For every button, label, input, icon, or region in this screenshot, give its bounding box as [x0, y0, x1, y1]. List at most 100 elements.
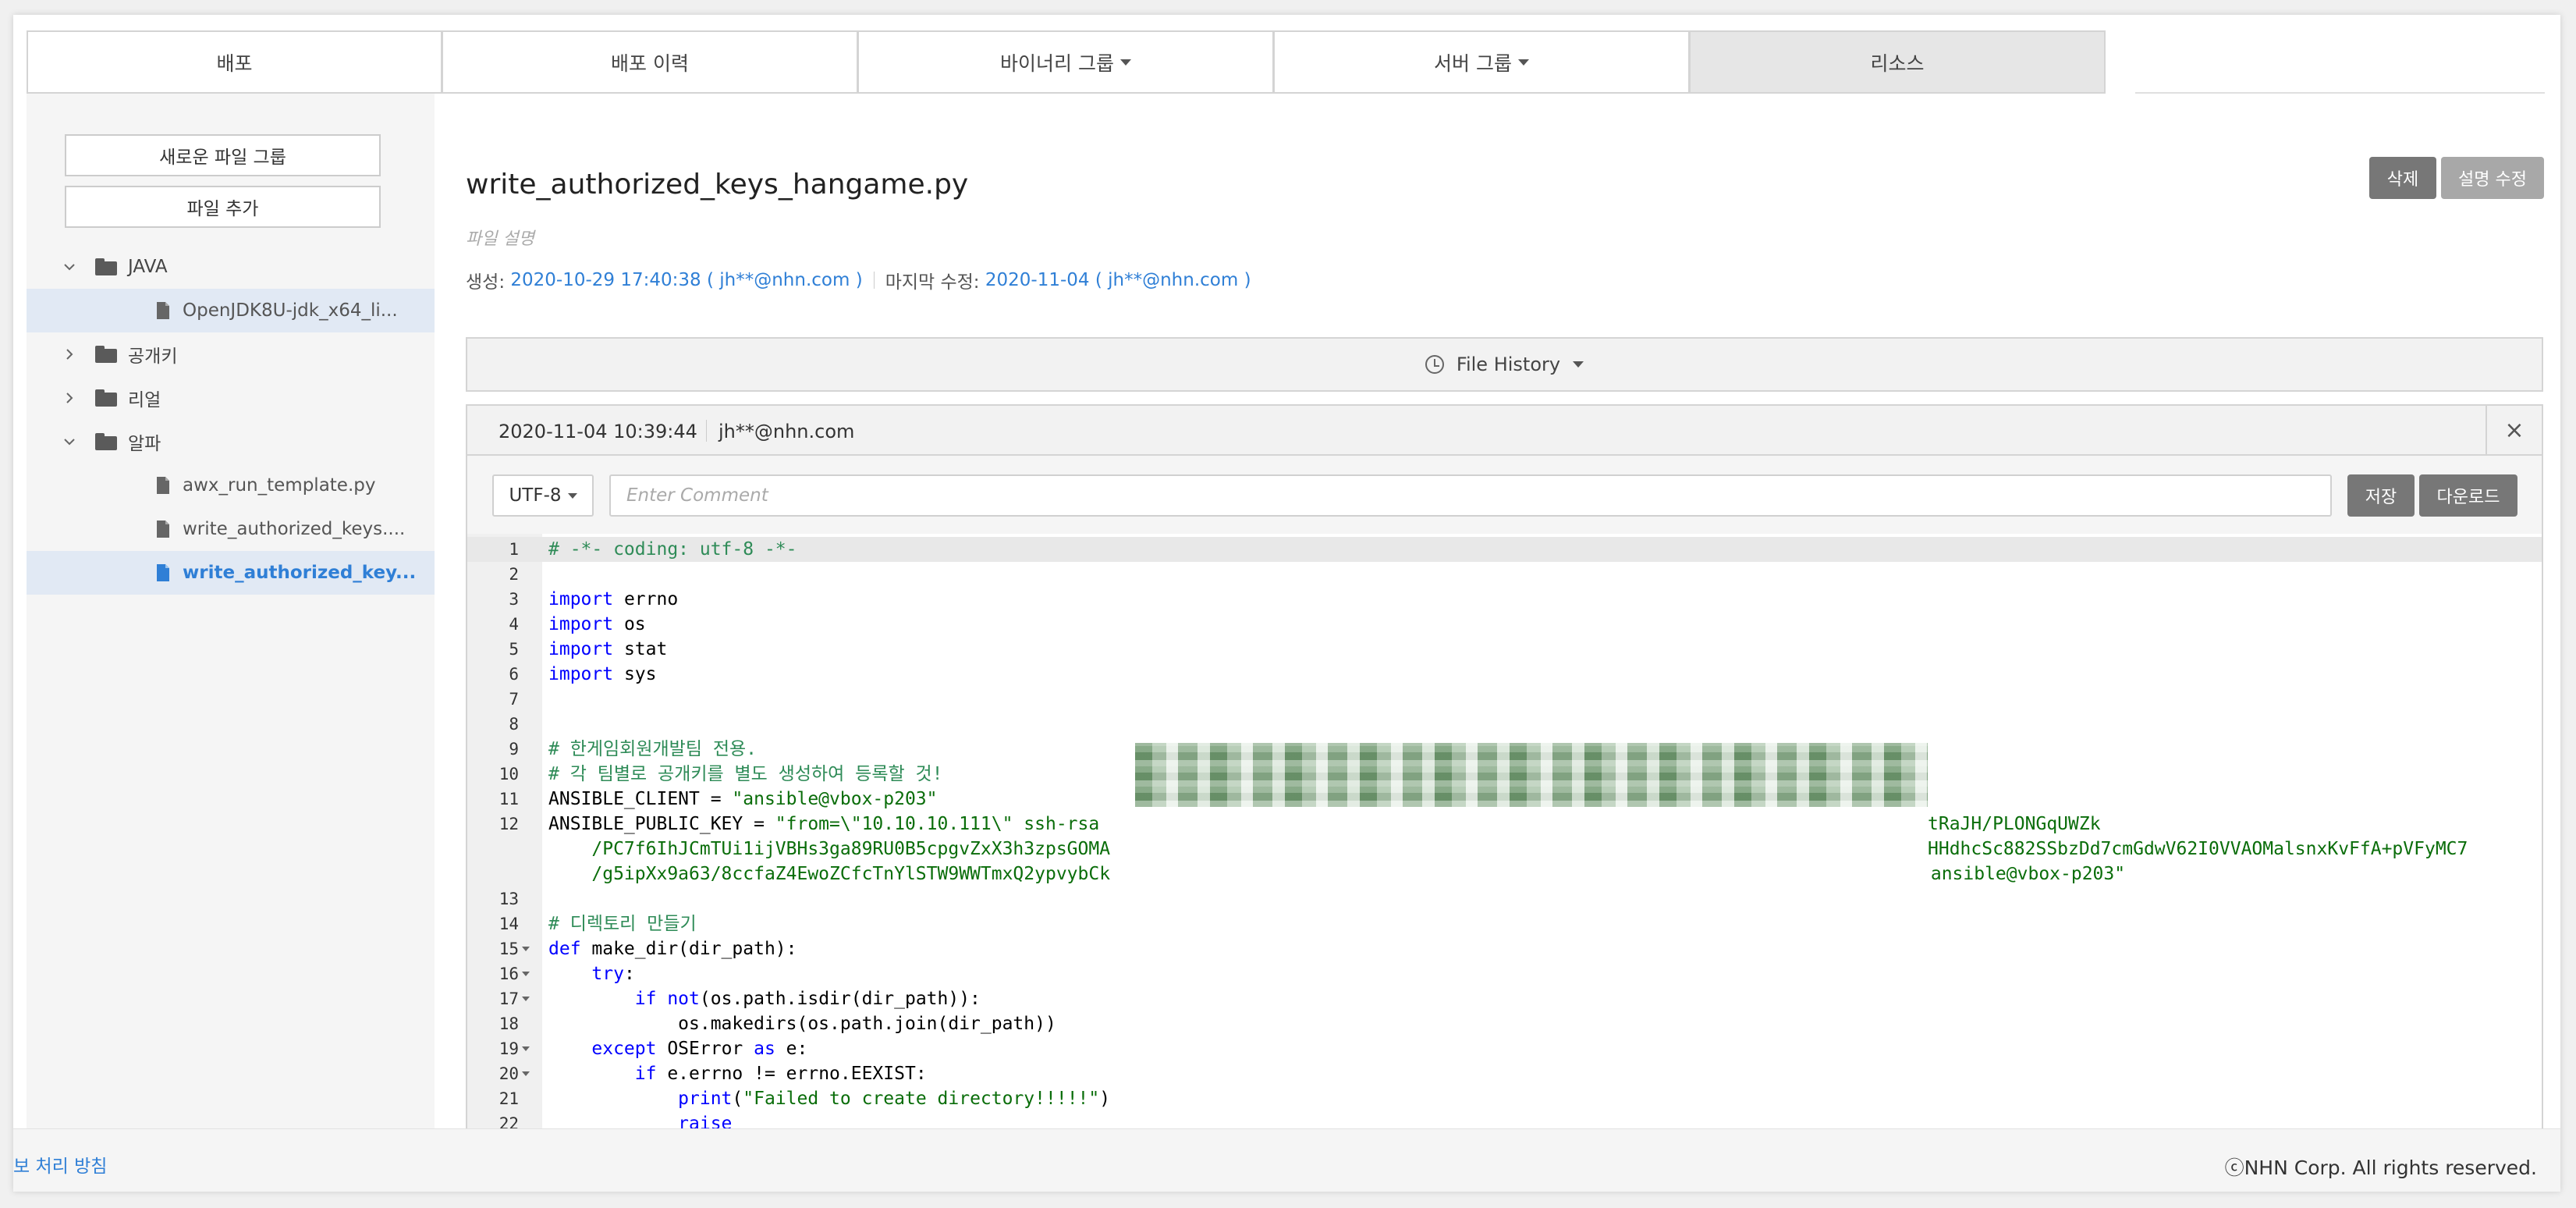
- add-file-button[interactable]: 파일 추가: [65, 186, 381, 228]
- file-title: write_authorized_keys_hangame.py: [466, 169, 969, 201]
- chevron-right-icon[interactable]: [62, 346, 77, 362]
- code-line[interactable]: 18 os.makedirs(os.path.join(dir_path)): [467, 1011, 2542, 1036]
- line-number: 8: [509, 715, 519, 734]
- file-icon: [157, 302, 169, 319]
- code-line[interactable]: /g5ipXx9a63/8ccfaZ4EwoZCfcTnYlSTW9WWTmxQ…: [467, 862, 2542, 886]
- delete-button[interactable]: 삭제: [2369, 157, 2436, 199]
- code-text-tail: tRaJH/PLONGqUWZk: [1928, 814, 2101, 834]
- footer: 보 처리 방침 ⓒNHN Corp. All rights reserved.: [13, 1128, 2560, 1192]
- code-line[interactable]: /PC7f6IhJCmTUi1ijVBHs3ga89RU0B5cpgvZxX3h…: [467, 837, 2542, 862]
- modified-label: 마지막 수정:: [885, 272, 980, 293]
- code-line[interactable]: 22 raise: [467, 1111, 2542, 1130]
- encoding-dropdown[interactable]: UTF-8: [492, 474, 594, 517]
- code-line[interactable]: 7: [467, 687, 2542, 712]
- edit-description-button[interactable]: 설명 수정: [2441, 157, 2544, 199]
- code-text: import errno: [548, 589, 679, 609]
- tree-file-write-authorized-keys-hangame[interactable]: write_authorized_key...: [27, 551, 435, 595]
- editor-header: 2020-11-04 10:39:44 jh**@nhn.com ×: [467, 406, 2542, 456]
- code-line[interactable]: 17 if not(os.path.isdir(dir_path)):: [467, 986, 2542, 1011]
- code-text: if not(os.path.isdir(dir_path)):: [634, 989, 981, 1009]
- line-number: 13: [499, 890, 519, 908]
- line-number: 11: [499, 790, 519, 808]
- line-number: 22: [499, 1114, 519, 1130]
- code-text-tail: ansible@vbox-p203": [1920, 864, 2126, 884]
- tree-file-awx-run-template[interactable]: awx_run_template.py: [27, 464, 435, 507]
- chevron-down-icon[interactable]: [62, 259, 77, 275]
- code-line[interactable]: 20 if e.errno != errno.EEXIST:: [467, 1061, 2542, 1086]
- new-file-group-button[interactable]: 새로운 파일 그룹: [65, 134, 381, 176]
- close-icon[interactable]: ×: [2486, 406, 2542, 454]
- folder-icon: [95, 389, 117, 407]
- fold-arrow-icon[interactable]: [522, 997, 530, 1001]
- file-editor-panel: 2020-11-04 10:39:44 jh**@nhn.com × UTF-8…: [466, 404, 2543, 1130]
- line-number: 4: [509, 615, 519, 634]
- fold-arrow-icon[interactable]: [522, 1071, 530, 1076]
- code-text: def make_dir(dir_path):: [548, 939, 797, 959]
- caret-down-icon: [1517, 59, 1529, 66]
- folder-icon: [95, 433, 117, 450]
- code-text: /g5ipXx9a63/8ccfaZ4EwoZCfcTnYlSTW9WWTmxQ…: [548, 864, 1111, 884]
- download-button[interactable]: 다운로드: [2419, 474, 2517, 517]
- code-line[interactable]: 6 import sys: [467, 662, 2542, 687]
- code-line[interactable]: 15 def make_dir(dir_path):: [467, 936, 2542, 961]
- created-value[interactable]: 2020-10-29 17:40:38 ( jh**@nhn.com ): [510, 270, 862, 290]
- tab-binary-group[interactable]: 바이너리 그룹: [858, 30, 1274, 94]
- save-button[interactable]: 저장: [2347, 474, 2415, 517]
- tab-resource[interactable]: 리소스: [1690, 30, 2106, 94]
- code-line[interactable]: 8: [467, 712, 2542, 737]
- code-text: import os: [548, 614, 646, 634]
- tree-folder-real[interactable]: 리얼: [27, 376, 435, 420]
- tab-label: 배포: [216, 52, 253, 75]
- tree-label: JAVA: [128, 257, 168, 277]
- tab-server-group[interactable]: 서버 그룹: [1274, 30, 1690, 94]
- code-line[interactable]: 13: [467, 886, 2542, 911]
- file-history-toggle[interactable]: File History: [466, 337, 2543, 392]
- tree-label: 공개키: [128, 346, 178, 367]
- tree-file-write-authorized-keys[interactable]: write_authorized_keys....: [27, 507, 435, 551]
- file-meta: 생성: 2020-10-29 17:40:38 ( jh**@nhn.com )…: [466, 267, 1251, 293]
- tab-bar-divider: [2135, 92, 2545, 94]
- tree-folder-alpha[interactable]: 알파: [27, 420, 435, 464]
- code-text: # -*- coding: utf-8 -*-: [548, 539, 797, 560]
- code-editor[interactable]: 1 # -*- coding: utf-8 -*- 2 3 import errno 4 i…: [467, 534, 2542, 1130]
- tree-file-openjdk[interactable]: OpenJDK8U-jdk_x64_li...: [27, 289, 435, 332]
- line-number: 20: [499, 1064, 519, 1083]
- header-divider: [706, 420, 707, 442]
- tab-deploy-history[interactable]: 배포 이력: [442, 30, 858, 94]
- privacy-policy-link[interactable]: 보 처리 방침: [13, 1151, 107, 1178]
- code-line[interactable]: 5 import stat: [467, 637, 2542, 662]
- code-line[interactable]: 14 # 디렉토리 만들기: [467, 911, 2542, 936]
- code-line[interactable]: 1 # -*- coding: utf-8 -*-: [467, 537, 2542, 562]
- code-text: import sys: [548, 664, 657, 684]
- fold-arrow-icon[interactable]: [522, 1046, 530, 1051]
- fold-arrow-icon[interactable]: [522, 972, 530, 976]
- file-description[interactable]: 파일 설명: [466, 225, 534, 250]
- comment-input[interactable]: [609, 474, 2332, 517]
- tree-label: 알파: [128, 434, 161, 454]
- tab-deploy[interactable]: 배포: [27, 30, 442, 94]
- code-line[interactable]: 2: [467, 562, 2542, 587]
- file-icon: [157, 564, 169, 581]
- clock-icon: [1425, 355, 1444, 374]
- tree-label: OpenJDK8U-jdk_x64_li...: [183, 300, 398, 321]
- code-line[interactable]: 3 import errno: [467, 587, 2542, 612]
- code-text: try:: [591, 964, 635, 984]
- copyright-text: ⓒNHN Corp. All rights reserved.: [2224, 1156, 2537, 1179]
- folder-icon: [95, 346, 117, 363]
- tree-label: 리얼: [128, 390, 161, 410]
- fold-arrow-icon[interactable]: [522, 947, 530, 951]
- modified-value[interactable]: 2020-11-04 ( jh**@nhn.com ): [985, 270, 1251, 290]
- code-line[interactable]: 12 ANSIBLE_PUBLIC_KEY = "from=\"10.10.10.…: [467, 812, 2542, 837]
- code-line[interactable]: 19 except OSError as e:: [467, 1036, 2542, 1061]
- line-number: 6: [509, 665, 519, 684]
- code-line[interactable]: 4 import os: [467, 612, 2542, 637]
- chevron-down-icon[interactable]: [62, 434, 77, 449]
- tree-folder-public-key[interactable]: 공개키: [27, 332, 435, 376]
- code-line[interactable]: 21 print("Failed to create directory!!!!…: [467, 1086, 2542, 1111]
- tree-folder-java[interactable]: JAVA: [27, 245, 435, 289]
- code-text: /PC7f6IhJCmTUi1ijVBHs3ga89RU0B5cpgvZxX3h…: [548, 839, 1111, 859]
- tree-label: write_authorized_keys....: [183, 519, 406, 539]
- code-text: os.makedirs(os.path.join(dir_path)): [548, 1014, 1056, 1034]
- chevron-right-icon[interactable]: [62, 390, 77, 406]
- code-line[interactable]: 16 try:: [467, 961, 2542, 986]
